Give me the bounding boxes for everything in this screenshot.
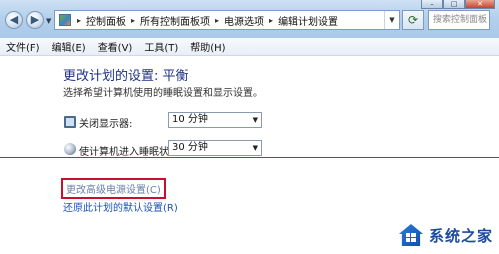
- sleep-value: 30 分钟: [172, 142, 208, 153]
- house-logo-icon: [397, 222, 425, 248]
- chevron-down-icon: ▼: [252, 116, 258, 124]
- menu-help[interactable]: 帮助(H): [184, 39, 231, 54]
- advanced-power-settings-link[interactable]: 更改高级电源设置(C): [61, 178, 166, 199]
- back-button[interactable]: ◀: [5, 11, 23, 29]
- watermark-text: 系统之家: [428, 226, 493, 245]
- display-off-label: 关闭显示器:: [79, 119, 133, 130]
- menu-view[interactable]: 查看(V): [92, 39, 139, 54]
- address-bar[interactable]: ▸ 控制面板 ▸ 所有控制面板项 ▸ 电源选项 ▸ 编辑计划设置 ▼: [54, 10, 400, 30]
- window-controls: – □ ✕: [421, 0, 495, 10]
- breadcrumb-edit-plan[interactable]: 编辑计划设置: [276, 13, 340, 28]
- main-content: 更改计划的设置: 平衡 选择希望计算机使用的睡眠设置和显示设置。 关闭显示器: …: [0, 56, 499, 254]
- sleep-select[interactable]: 30 分钟 ▼: [168, 140, 262, 156]
- divider-line: [0, 157, 499, 158]
- breadcrumb-separator[interactable]: ▸: [212, 16, 222, 25]
- breadcrumb-all-items[interactable]: 所有控制面板项: [138, 13, 212, 28]
- breadcrumb-separator[interactable]: ▸: [266, 16, 276, 25]
- maximize-button[interactable]: □: [443, 0, 465, 9]
- title-address-bar: ◀ ▶ ▼ ▸ 控制面板 ▸ 所有控制面板项 ▸ 电源选项 ▸ 编辑计划设置 ▼…: [0, 0, 499, 39]
- menu-bar: 文件(F) 编辑(E) 查看(V) 工具(T) 帮助(H): [0, 38, 499, 56]
- refresh-button[interactable]: ⟳: [402, 10, 424, 30]
- page-title: 更改计划的设置: 平衡: [63, 69, 189, 84]
- breadcrumb-power-options[interactable]: 电源选项: [222, 13, 266, 28]
- search-input[interactable]: 搜索控制面板: [428, 10, 490, 30]
- minimize-button[interactable]: –: [421, 0, 443, 9]
- breadcrumb-separator[interactable]: ▸: [128, 16, 138, 25]
- menu-edit[interactable]: 编辑(E): [46, 39, 92, 54]
- control-panel-icon: [59, 14, 71, 26]
- menu-tools[interactable]: 工具(T): [138, 39, 184, 54]
- menu-file[interactable]: 文件(F): [0, 39, 46, 54]
- breadcrumb-control-panel[interactable]: 控制面板: [84, 13, 128, 28]
- display-off-select[interactable]: 10 分钟 ▼: [168, 112, 262, 128]
- display-off-value: 10 分钟: [172, 114, 208, 125]
- page-description: 选择希望计算机使用的睡眠设置和显示设置。: [63, 88, 263, 99]
- history-dropdown-icon[interactable]: ▼: [46, 17, 51, 25]
- forward-button[interactable]: ▶: [26, 11, 44, 29]
- sleep-moon-icon: [64, 143, 76, 155]
- breadcrumb-separator[interactable]: ▸: [74, 16, 84, 25]
- chevron-down-icon: ▼: [252, 144, 258, 152]
- monitor-icon: [64, 116, 76, 128]
- sleep-label: 使计算机进入睡眠状态:: [79, 147, 183, 158]
- watermark: 系统之家: [397, 222, 493, 248]
- restore-defaults-link[interactable]: 还原此计划的默认设置(R): [63, 199, 178, 214]
- close-button[interactable]: ✕: [465, 0, 495, 9]
- address-dropdown-icon[interactable]: ▼: [384, 11, 399, 29]
